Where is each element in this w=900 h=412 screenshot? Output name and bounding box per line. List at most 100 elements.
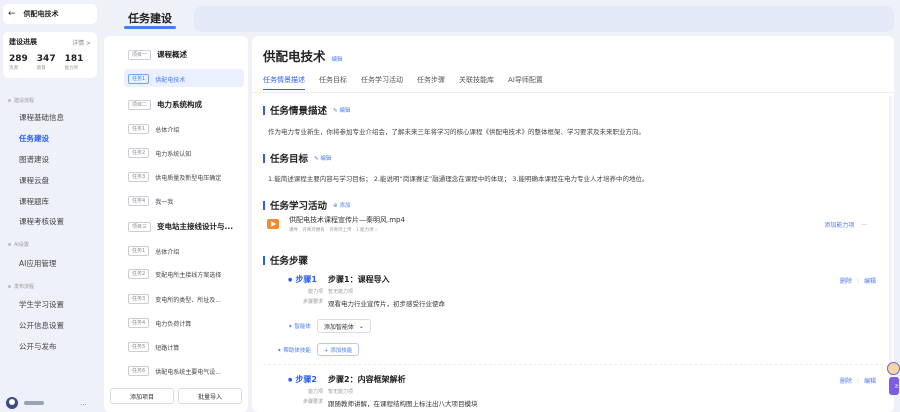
- user-name-redacted: [24, 401, 44, 405]
- stat-capabilities: 181 能力项: [64, 54, 84, 71]
- task-item[interactable]: 任务4 我一我: [128, 196, 173, 206]
- add-agent-select[interactable]: 添加智能体 ⌄: [316, 319, 371, 333]
- section-ai-settings: AI设置: [8, 241, 29, 248]
- skill-row: ✦ 帮助体技能 + 添加技能: [277, 343, 360, 356]
- section-bar: [263, 255, 265, 265]
- main-panel: 供配电技术 编辑 任务情景描述 任务目标 任务学习活动 任务步骤 关联技能库 AI…: [252, 36, 894, 412]
- course-name: 供配电技术: [23, 10, 59, 18]
- task-item[interactable]: 任务1 总体介绍: [128, 246, 179, 256]
- user-row[interactable]: ...: [6, 397, 87, 409]
- batch-import-button[interactable]: 批量导入: [178, 388, 242, 404]
- delete-step-link[interactable]: 删除: [840, 278, 852, 285]
- title-edit-link[interactable]: 编辑: [332, 57, 343, 63]
- back-arrow-icon[interactable]: ←: [8, 9, 16, 19]
- chevron-down-icon: ⌄: [358, 322, 364, 330]
- tabs-divider: [252, 92, 894, 93]
- skill-label: ✦ 帮助体技能: [277, 347, 311, 354]
- section-dot-icon: [8, 243, 11, 246]
- nav-graph-build[interactable]: 图谱建设: [19, 154, 49, 165]
- top-tab-bar: 任务建设: [100, 0, 900, 34]
- add-project-button[interactable]: 添加项目: [110, 388, 174, 404]
- step-name: 步骤2：内容框架解析: [328, 375, 406, 384]
- task-item[interactable]: 任务2 电力系统认知: [128, 148, 191, 158]
- agent-label: ✦ 智能体: [288, 324, 311, 330]
- add-capability-link[interactable]: 添加能力项: [824, 222, 854, 229]
- scrollbar[interactable]: [889, 96, 892, 396]
- helper-label[interactable]: AI: [889, 377, 899, 395]
- more-icon[interactable]: ···: [861, 222, 867, 229]
- tab-ai-tutor[interactable]: AI导师配置: [508, 75, 543, 90]
- video-file-icon: [267, 219, 279, 229]
- progress-title: 建设进展: [9, 38, 37, 46]
- section-goals-title: 任务目标 ✎ 编辑: [263, 151, 331, 165]
- activity-video-item[interactable]: 供配电技术课程宣传片—秦明风.mp4 课件 · 许青玲拥有 · 许青玲上传 · …: [267, 212, 887, 236]
- edit-step-link[interactable]: 编辑: [864, 278, 876, 285]
- nav-course-basic-info[interactable]: 课程基础信息: [19, 112, 64, 123]
- nav-public-info-settings[interactable]: 公开信息设置: [19, 320, 64, 331]
- tab-skill-library[interactable]: 关联技能库: [459, 75, 494, 90]
- add-icon-link[interactable]: ⊕ 添加: [333, 201, 350, 209]
- section-dot-icon: [8, 99, 11, 102]
- nav-question-bank[interactable]: 课程题库: [19, 196, 49, 207]
- delete-step-link[interactable]: 删除: [840, 378, 852, 385]
- nav-publish[interactable]: 公开与发布: [19, 341, 57, 352]
- task-item[interactable]: 任务3 变电所的类型、所址及...: [128, 294, 221, 304]
- tab-steps[interactable]: 任务步骤: [417, 75, 445, 90]
- step-card: 步骤1 步骤1：课程导入 删除|编辑 能力项 暂无能力项 步骤要求 观看电力行业…: [288, 274, 888, 308]
- stat-questions: 347 题目: [36, 54, 56, 71]
- helper-avatar-icon[interactable]: [887, 362, 900, 375]
- progress-details-link[interactable]: 详情 >: [72, 38, 91, 47]
- section-activity-title: 任务学习活动 ⊕ 添加: [263, 198, 350, 212]
- stat-resources: 289 资源: [9, 54, 28, 71]
- task-item[interactable]: 任务1 总体介绍: [128, 124, 179, 134]
- task-item[interactable]: 任务2 变配电所主接线方案选择: [128, 269, 221, 279]
- tab-scenario[interactable]: 任务情景描述: [263, 75, 305, 90]
- task-item[interactable]: 任务4 电力负荷计算: [128, 318, 191, 328]
- tab-task-build[interactable]: 任务建设: [106, 2, 194, 34]
- tab-strip-background: [194, 6, 894, 32]
- edit-icon-link[interactable]: ✎ 编辑: [314, 154, 331, 162]
- task-item-active[interactable]: 任务1 供配电技术: [128, 74, 185, 84]
- nav-ai-app-manage[interactable]: AI应用管理: [19, 258, 56, 269]
- video-name[interactable]: 供配电技术课程宣传片—秦明风.mp4: [289, 215, 405, 225]
- nav-course-cloud[interactable]: 课程云盘: [19, 175, 49, 186]
- section-scenario-title: 任务情景描述 ✎ 编辑: [263, 103, 350, 117]
- task-list-panel: 项目一 课程概述 任务1 供配电技术 项目二 电力系统构成 任务1 总体介绍 任…: [104, 36, 248, 412]
- task-item[interactable]: 任务5 短路计算: [128, 342, 179, 352]
- more-icon[interactable]: ...: [80, 399, 87, 407]
- edit-step-link[interactable]: 编辑: [864, 378, 876, 385]
- nav-exam-settings[interactable]: 课程考核设置: [19, 216, 64, 227]
- progress-card: 建设进展 详情 > 289 资源 347 题目 181 能力项: [3, 32, 97, 78]
- section-bar: [263, 153, 265, 163]
- section-build-flow: 建设流程: [8, 97, 34, 104]
- goals-text: 1.能简述课程主要内容与学习目标； 2.能说明“岗课赛证”融通理念在课程中的体现…: [268, 175, 649, 183]
- step-card: 步骤2 步骤2：内容框架解析 删除|编辑 能力项 暂无能力项 步骤要求 跟随教师…: [288, 374, 888, 408]
- nav-student-study-settings[interactable]: 学生学习设置: [19, 299, 64, 310]
- edit-icon-link[interactable]: ✎ 编辑: [333, 106, 350, 114]
- task-item[interactable]: 任务6 供配电系统主要电气设...: [128, 366, 221, 376]
- step-divider: [263, 364, 883, 365]
- project-item[interactable]: 项目二 电力系统构成: [128, 99, 202, 110]
- section-dot-icon: [8, 285, 11, 288]
- left-sidebar: ← 供配电技术 建设进展 详情 > 289 资源 347 题目 181 能力项 …: [0, 0, 100, 412]
- avatar[interactable]: [6, 397, 18, 409]
- task-item[interactable]: 任务3 供电质量及新型电压确定: [128, 172, 221, 182]
- step-number: 步骤1: [288, 274, 328, 285]
- tab-underline: [124, 26, 176, 29]
- section-bar: [263, 200, 265, 210]
- step-name: 步骤1：课程导入: [328, 275, 390, 284]
- project-item[interactable]: 项目三 变电站主接线设计与...: [128, 221, 233, 232]
- add-skill-button[interactable]: + 添加技能: [316, 343, 360, 356]
- video-meta: 课件 · 许青玲拥有 · 许青玲上传 · 1 能力项 ›: [289, 228, 377, 233]
- tab-activities[interactable]: 任务学习活动: [361, 75, 403, 90]
- project-item[interactable]: 项目一 课程概述: [128, 49, 187, 60]
- section-publish-flow: 发布流程: [8, 283, 34, 290]
- nav-task-build[interactable]: 任务建设: [19, 133, 49, 144]
- scenario-text: 作为电力专业新生，你将参加专业介绍会，了解未来三年将学习的核心课程《供配电技术》…: [268, 128, 645, 136]
- tab-goals[interactable]: 任务目标: [319, 75, 347, 90]
- step-number: 步骤2: [288, 374, 328, 385]
- ai-helper-widget[interactable]: AI: [887, 362, 900, 396]
- agent-row: ✦ 智能体 添加智能体 ⌄: [288, 319, 371, 333]
- content-tabs: 任务情景描述 任务目标 任务学习活动 任务步骤 关联技能库 AI导师配置: [263, 75, 543, 90]
- section-bar: [263, 105, 265, 115]
